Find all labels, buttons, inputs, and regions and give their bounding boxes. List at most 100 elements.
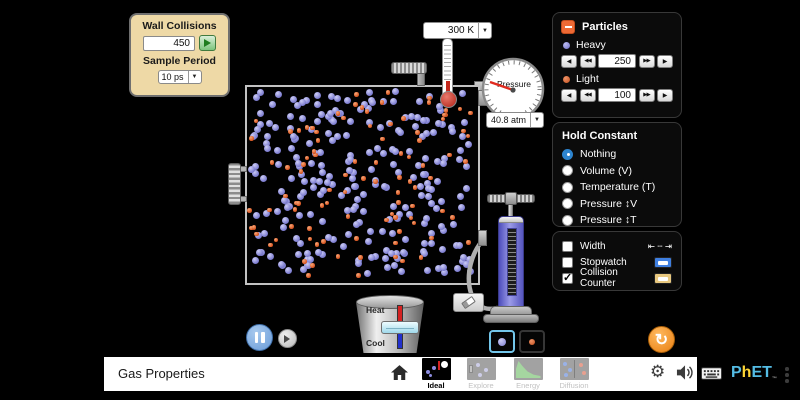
light-decrement-button[interactable]: ◀ — [561, 89, 577, 102]
collapse-particles-button[interactable] — [561, 20, 575, 34]
light-particle — [428, 176, 433, 181]
light-particle — [297, 128, 302, 133]
pump-foot — [483, 314, 539, 323]
heavy-decrement-button[interactable]: ◀ — [561, 55, 577, 68]
heavy-particle — [366, 149, 373, 156]
heavy-particle — [256, 249, 263, 256]
reset-icon: ↻ — [655, 330, 668, 350]
heavy-particle — [347, 118, 354, 125]
radio-option-temperature[interactable]: Temperature (T) — [562, 179, 672, 196]
heavy-particle — [284, 204, 291, 211]
light-particle — [388, 122, 393, 127]
heavy-particle — [318, 162, 325, 169]
heavy-particle — [275, 161, 282, 168]
heavy-particle — [369, 99, 376, 106]
heavy-count-field[interactable]: 250 — [598, 54, 636, 68]
light-particle-toggle[interactable] — [519, 330, 545, 353]
light-particle — [336, 111, 341, 116]
thermometer-ticks — [444, 42, 451, 80]
light-particle — [384, 218, 389, 223]
reset-all-button[interactable]: ↻ — [648, 326, 675, 353]
heavy-particle — [287, 113, 294, 120]
heavy-label: Heavy — [576, 39, 606, 51]
heavy-particle — [417, 183, 424, 190]
heavy-particle — [325, 234, 332, 241]
pump-cap — [499, 217, 523, 223]
light-particle — [396, 190, 401, 195]
heavy-particle — [463, 185, 470, 192]
light-particle — [299, 169, 304, 174]
heavy-particle — [461, 119, 468, 126]
checkbox-icon: ✓ — [562, 241, 573, 252]
sample-period-dropdown[interactable]: 10 ps ▼ — [158, 70, 202, 84]
light-particle — [302, 259, 307, 264]
pressure-units-dropdown[interactable]: 40.8 atm ▼ — [486, 112, 544, 128]
tab-ideal[interactable]: Ideal — [416, 358, 456, 390]
light-particle — [417, 138, 422, 143]
light-particle — [461, 129, 466, 134]
navigation-bar: Gas Properties Ideal Explore Energy Diff… — [104, 357, 697, 391]
light-particle — [336, 254, 341, 259]
heavy-particle — [430, 129, 437, 136]
wall-collisions-count: 450 — [143, 36, 195, 51]
light-count-field[interactable]: 100 — [598, 88, 636, 102]
heavy-particle — [307, 211, 314, 218]
heavy-particle — [360, 208, 367, 215]
heavy-particle — [423, 215, 430, 222]
light-increment-fast-button[interactable]: ▶▶ — [639, 89, 655, 102]
light-particle — [343, 173, 348, 178]
radio-option-volume[interactable]: Volume (V) — [562, 163, 672, 180]
keyboard-shortcuts-button[interactable] — [701, 367, 722, 383]
light-particle — [341, 116, 346, 121]
collision-counter-play-button[interactable] — [199, 35, 216, 51]
heavy-particle — [319, 169, 326, 176]
light-particle — [415, 130, 420, 135]
home-button[interactable] — [390, 365, 408, 383]
light-particle — [353, 102, 358, 107]
temperature-dropdown[interactable]: 300 K ▼ — [423, 22, 492, 39]
hold-constant-panel: Hold Constant Nothing Volume (V) Tempera… — [552, 122, 682, 227]
erase-particles-button[interactable] — [453, 293, 484, 312]
heavy-particle — [384, 264, 391, 271]
container-resize-handle[interactable] — [228, 163, 241, 205]
phet-menu-button[interactable] — [783, 365, 791, 385]
heavy-particle — [314, 92, 321, 99]
heavy-particle — [340, 243, 347, 250]
heater-slider-handle[interactable] — [381, 321, 419, 334]
checkbox-width[interactable]: ✓ Width ⇤ ╌ ⇥ — [562, 238, 672, 254]
lid-handle[interactable] — [391, 62, 427, 74]
check-icon: ✓ — [563, 274, 572, 283]
heavy-increment-fast-button[interactable]: ▶▶ — [639, 55, 655, 68]
tab-energy[interactable]: Energy — [508, 358, 548, 390]
radio-option-pressure-t[interactable]: Pressure ↕T — [562, 212, 672, 229]
heavy-particle — [343, 132, 350, 139]
heavy-decrement-fast-button[interactable]: ◀◀ — [580, 55, 596, 68]
light-increment-button[interactable]: ▶ — [657, 89, 673, 102]
radio-option-pressure-v[interactable]: Pressure ↕V — [562, 196, 672, 213]
pause-button[interactable] — [246, 324, 273, 351]
heavy-particle-toggle[interactable] — [489, 330, 515, 353]
light-particle — [320, 203, 325, 208]
heavy-increment-button[interactable]: ▶ — [657, 55, 673, 68]
checkbox-collision-counter[interactable]: ✓ Collision Counter — [562, 270, 672, 286]
phet-logo[interactable]: PhET™ — [731, 364, 777, 382]
radio-option-nothing[interactable]: Nothing — [562, 146, 672, 163]
light-particle — [306, 273, 311, 278]
light-particle — [249, 136, 254, 141]
wall-collisions-panel: Wall Collisions 450 Sample Period 10 ps … — [129, 13, 230, 97]
heavy-particle — [318, 111, 325, 118]
step-forward-button[interactable] — [278, 329, 297, 348]
heavy-particle — [308, 160, 315, 167]
sound-button[interactable] — [676, 364, 695, 384]
checkbox-label: Width — [580, 241, 641, 252]
tab-diffusion[interactable]: Diffusion — [554, 358, 594, 390]
light-particle — [288, 129, 293, 134]
preferences-button[interactable]: ⚙ — [650, 362, 665, 382]
light-particle — [270, 160, 275, 165]
heavy-particle — [438, 198, 445, 205]
tab-explore[interactable]: Explore — [461, 358, 501, 390]
heavy-particle — [288, 145, 295, 152]
radio-icon — [562, 149, 573, 160]
heavy-particle — [458, 204, 465, 211]
light-decrement-fast-button[interactable]: ◀◀ — [580, 89, 596, 102]
